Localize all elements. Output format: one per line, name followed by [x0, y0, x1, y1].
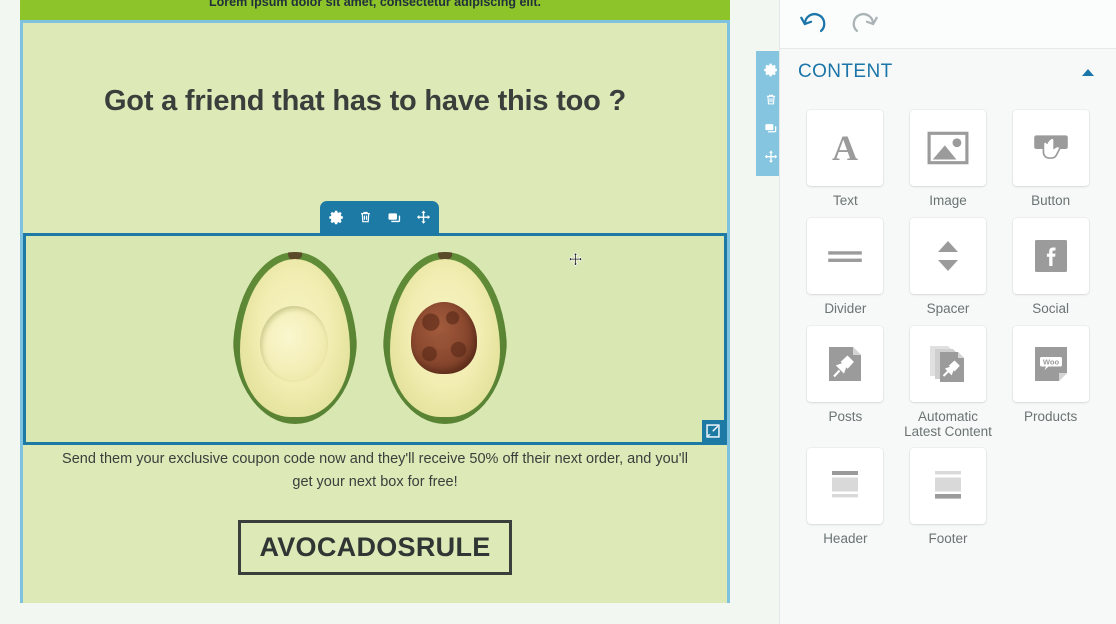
tile-button[interactable]: Button: [999, 101, 1102, 209]
spacer-arrows-icon: [937, 241, 958, 271]
tile-icon-box: [807, 448, 884, 524]
tile-label: Spacer: [926, 301, 970, 316]
tile-posts[interactable]: Posts: [794, 317, 897, 439]
email-builder-app: Lorem ipsum dolor sit amet, consectetur …: [0, 0, 1116, 624]
facebook-icon: [1034, 240, 1067, 272]
tile-text[interactable]: A Text: [794, 101, 897, 209]
avocado-half-with-pit: [383, 252, 507, 424]
trash-icon[interactable]: [763, 91, 779, 107]
redo-arrow-icon[interactable]: [848, 9, 882, 39]
heading-block[interactable]: Got a friend that has to have this too ?: [23, 23, 727, 118]
tile-divider[interactable]: Divider: [794, 209, 897, 317]
tile-products[interactable]: Woo Products: [999, 317, 1102, 439]
chevron-up-icon[interactable]: [1082, 68, 1094, 76]
tile-label: Footer: [928, 531, 968, 546]
divider-lines-icon: [828, 250, 863, 262]
page-title: Got a friend that has to have this too ?: [103, 85, 627, 117]
resize-diagonal-icon[interactable]: [702, 420, 724, 442]
avocado-image: [26, 236, 724, 442]
svg-text:Woo: Woo: [1043, 358, 1060, 367]
tile-label: Image: [929, 193, 967, 208]
tile-label: Header: [823, 531, 868, 546]
tile-automatic-latest-content[interactable]: Automatic Latest Content: [897, 317, 1000, 439]
email-template: Lorem ipsum dolor sit amet, consectetur …: [20, 0, 779, 603]
tile-image[interactable]: Image: [897, 101, 1000, 209]
undo-arrow-icon[interactable]: [796, 9, 830, 39]
history-toolbar: [780, 0, 1116, 49]
duplicate-icon[interactable]: [763, 120, 779, 136]
gear-icon[interactable]: [328, 209, 345, 226]
tile-label: Text: [832, 193, 858, 208]
picture-icon: [927, 131, 969, 165]
element-toolbar[interactable]: [320, 201, 439, 233]
tile-icon-box: [1012, 218, 1089, 294]
tile-icon-box: [909, 110, 986, 186]
gear-icon[interactable]: [763, 62, 779, 78]
tile-icon-box: [909, 326, 986, 402]
tile-icon-box: [807, 326, 884, 402]
block-side-toolbar[interactable]: [756, 51, 779, 176]
tile-label: Posts: [828, 409, 863, 424]
woo-page-icon: Woo: [1034, 347, 1067, 381]
tile-icon-box: A: [807, 110, 884, 186]
tile-label: Divider: [824, 301, 867, 316]
tile-label: Button: [1031, 193, 1071, 208]
tile-label: Products: [1024, 409, 1078, 424]
trash-icon[interactable]: [357, 209, 374, 226]
content-sidebar: CONTENT A Text Image Button Divider Spac…: [779, 0, 1116, 624]
avocado-illustration: [225, 244, 525, 434]
move-icon[interactable]: [763, 149, 779, 165]
coupon-text-block[interactable]: Send them your exclusive coupon code now…: [23, 448, 727, 575]
stacked-pin-pages-icon: [929, 346, 964, 382]
tile-icon-box: [909, 448, 986, 524]
coupon-code-box[interactable]: AVOCADOSRULE: [238, 520, 512, 575]
avocado-half-hollow: [233, 252, 357, 424]
button-hand-icon: [1033, 135, 1068, 159]
tile-label: Social: [1032, 301, 1070, 316]
duplicate-icon[interactable]: [386, 209, 403, 226]
tile-footer[interactable]: Footer: [897, 439, 1000, 547]
tile-header[interactable]: Header: [794, 439, 897, 547]
header-layout-icon: [832, 471, 859, 498]
body-paragraph: Send them your exclusive coupon code now…: [62, 451, 688, 490]
email-canvas[interactable]: Lorem ipsum dolor sit amet, consectetur …: [0, 0, 779, 624]
preheader-bar[interactable]: Lorem ipsum dolor sit amet, consectetur …: [20, 0, 730, 20]
letter-a-icon: A: [832, 128, 858, 168]
tile-social[interactable]: Social: [999, 209, 1102, 317]
section-title: CONTENT: [798, 61, 893, 82]
content-tiles-grid: A Text Image Button Divider Spacer Socia…: [780, 95, 1116, 547]
tile-icon-box: Woo: [1012, 326, 1089, 402]
preheader-text: Lorem ipsum dolor sit amet, consectetur …: [208, 0, 541, 9]
svg-text:A: A: [832, 128, 858, 168]
tile-icon-box: [807, 218, 884, 294]
email-body-block[interactable]: Got a friend that has to have this too ?: [20, 20, 779, 603]
footer-layout-icon: [934, 471, 961, 499]
tile-icon-box: [909, 218, 986, 294]
tile-icon-box: [1012, 110, 1089, 186]
tile-label: Automatic Latest Content: [904, 409, 992, 439]
coupon-code-text: AVOCADOSRULE: [259, 532, 491, 562]
tile-spacer[interactable]: Spacer: [897, 209, 1000, 317]
selected-image-block[interactable]: [23, 233, 727, 445]
content-section-header[interactable]: CONTENT: [780, 49, 1116, 95]
move-icon[interactable]: [415, 209, 432, 226]
pin-page-icon: [829, 347, 862, 381]
